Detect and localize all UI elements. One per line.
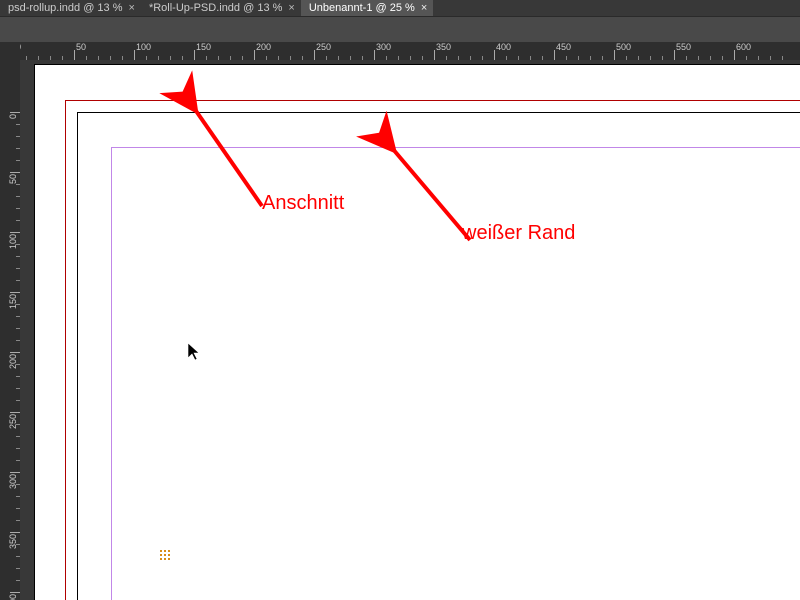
tab-label: *Roll-Up-PSD.indd @ 13 %: [149, 0, 282, 16]
cursor-icon: [187, 342, 201, 362]
ruler-v-label: 100: [8, 234, 18, 249]
ruler-h-label: 50: [76, 42, 86, 52]
ruler-h-label: 500: [616, 42, 631, 52]
workspace: 0 50 100 150 200 250 300 350 400 450 500 550 600 0 50…: [0, 42, 800, 600]
close-icon[interactable]: ×: [129, 0, 135, 16]
horizontal-ruler[interactable]: 0 50 100 150 200 250 300 350 400 450 500 550 600: [20, 42, 800, 61]
vertical-ruler[interactable]: 050100150200250300350400450500: [0, 60, 21, 600]
ruler-v-label: 150: [8, 294, 18, 309]
ruler-h-label: 300: [376, 42, 391, 52]
ruler-h-label: 200: [256, 42, 271, 52]
anchor-marker-icon: [160, 550, 174, 564]
tab-label: psd-rollup.indd @ 13 %: [8, 0, 123, 16]
ruler-h-label: 0: [20, 42, 21, 52]
ruler-h-label: 350: [436, 42, 451, 52]
ruler-h-label: 250: [316, 42, 331, 52]
ruler-h-label: 450: [556, 42, 571, 52]
ruler-v-label: 200: [8, 354, 18, 369]
document-tabs: psd-rollup.indd @ 13 % × *Roll-Up-PSD.in…: [0, 0, 800, 17]
ruler-h-label: 550: [676, 42, 691, 52]
annotation-label-margin: weißer Rand: [462, 222, 575, 245]
annotation-label-bleed: Anschnitt: [262, 192, 344, 215]
close-icon[interactable]: ×: [288, 0, 294, 16]
ruler-v-label: 350: [8, 534, 18, 549]
ruler-v-label: 250: [8, 414, 18, 429]
control-panel: [0, 17, 800, 44]
ruler-origin[interactable]: [0, 42, 21, 61]
ruler-v-label: 400: [8, 594, 18, 600]
ruler-h-label: 600: [736, 42, 751, 52]
ruler-v-label: 300: [8, 474, 18, 489]
tab-unbenannt-1[interactable]: Unbenannt-1 @ 25 % ×: [301, 0, 433, 16]
canvas[interactable]: Anschnitt weißer Rand: [20, 60, 800, 600]
tab-label: Unbenannt-1 @ 25 %: [309, 0, 415, 16]
tab-roll-up-psd[interactable]: *Roll-Up-PSD.indd @ 13 % ×: [141, 0, 301, 16]
close-icon[interactable]: ×: [421, 0, 427, 16]
ruler-h-label: 400: [496, 42, 511, 52]
ruler-v-label: 0: [8, 114, 18, 119]
ruler-h-label: 150: [196, 42, 211, 52]
ruler-v-label: 50: [8, 174, 18, 184]
tab-psd-rollup[interactable]: psd-rollup.indd @ 13 % ×: [0, 0, 141, 16]
ruler-h-label: 100: [136, 42, 151, 52]
